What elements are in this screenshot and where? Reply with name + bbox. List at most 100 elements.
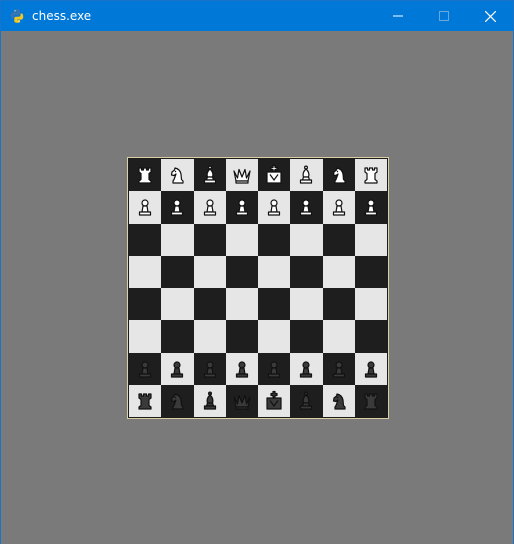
square-c5[interactable] (193, 255, 226, 288)
square-c7[interactable] (193, 191, 226, 224)
square-b3[interactable] (161, 320, 194, 353)
square-b8[interactable] (161, 159, 194, 192)
black-knight-icon[interactable] (328, 390, 350, 412)
square-h2[interactable] (354, 352, 387, 385)
white-pawn-icon[interactable] (328, 196, 350, 218)
black-bishop-icon[interactable] (199, 390, 221, 412)
square-f2[interactable] (290, 352, 323, 385)
chess-board[interactable] (129, 159, 387, 417)
square-g8[interactable] (322, 159, 355, 192)
square-h6[interactable] (354, 223, 387, 256)
square-b7[interactable] (161, 191, 194, 224)
square-a6[interactable] (129, 223, 162, 256)
square-e6[interactable] (258, 223, 291, 256)
square-a7[interactable] (129, 191, 162, 224)
square-h3[interactable] (354, 320, 387, 353)
square-g5[interactable] (322, 255, 355, 288)
square-d1[interactable] (225, 384, 258, 417)
square-b4[interactable] (161, 288, 194, 321)
square-h7[interactable] (354, 191, 387, 224)
square-d7[interactable] (225, 191, 258, 224)
maximize-button[interactable] (421, 1, 467, 31)
square-g1[interactable] (322, 384, 355, 417)
white-pawn-icon[interactable] (199, 196, 221, 218)
title-bar[interactable]: chess.exe (1, 1, 513, 31)
black-knight-icon[interactable] (166, 390, 188, 412)
square-f1[interactable] (290, 384, 323, 417)
white-knight-icon[interactable] (328, 164, 350, 186)
square-b6[interactable] (161, 223, 194, 256)
black-pawn-icon[interactable] (199, 358, 221, 380)
square-f6[interactable] (290, 223, 323, 256)
game-canvas[interactable] (1, 31, 513, 544)
square-e7[interactable] (258, 191, 291, 224)
square-d4[interactable] (225, 288, 258, 321)
square-e5[interactable] (258, 255, 291, 288)
black-king-icon[interactable] (263, 390, 285, 412)
white-bishop-icon[interactable] (199, 164, 221, 186)
square-c6[interactable] (193, 223, 226, 256)
black-pawn-icon[interactable] (166, 358, 188, 380)
white-pawn-icon[interactable] (231, 196, 253, 218)
square-e1[interactable] (258, 384, 291, 417)
square-e4[interactable] (258, 288, 291, 321)
white-king-icon[interactable] (263, 164, 285, 186)
square-f4[interactable] (290, 288, 323, 321)
black-pawn-icon[interactable] (360, 358, 382, 380)
white-pawn-icon[interactable] (134, 196, 156, 218)
square-d8[interactable] (225, 159, 258, 192)
square-g7[interactable] (322, 191, 355, 224)
square-a3[interactable] (129, 320, 162, 353)
white-knight-icon[interactable] (166, 164, 188, 186)
black-rook-icon[interactable] (134, 390, 156, 412)
square-f8[interactable] (290, 159, 323, 192)
black-pawn-icon[interactable] (328, 358, 350, 380)
square-e2[interactable] (258, 352, 291, 385)
minimize-button[interactable] (375, 1, 421, 31)
square-a8[interactable] (129, 159, 162, 192)
square-e3[interactable] (258, 320, 291, 353)
square-c2[interactable] (193, 352, 226, 385)
square-f3[interactable] (290, 320, 323, 353)
square-g6[interactable] (322, 223, 355, 256)
square-h1[interactable] (354, 384, 387, 417)
square-h4[interactable] (354, 288, 387, 321)
white-pawn-icon[interactable] (166, 196, 188, 218)
square-c1[interactable] (193, 384, 226, 417)
square-b5[interactable] (161, 255, 194, 288)
square-f5[interactable] (290, 255, 323, 288)
square-g2[interactable] (322, 352, 355, 385)
square-a4[interactable] (129, 288, 162, 321)
square-g4[interactable] (322, 288, 355, 321)
close-button[interactable] (467, 1, 513, 31)
black-pawn-icon[interactable] (231, 358, 253, 380)
white-rook-icon[interactable] (360, 164, 382, 186)
white-pawn-icon[interactable] (263, 196, 285, 218)
square-b1[interactable] (161, 384, 194, 417)
square-c4[interactable] (193, 288, 226, 321)
square-h5[interactable] (354, 255, 387, 288)
white-queen-icon[interactable] (231, 164, 253, 186)
white-pawn-icon[interactable] (360, 196, 382, 218)
black-pawn-icon[interactable] (263, 358, 285, 380)
square-d2[interactable] (225, 352, 258, 385)
square-b2[interactable] (161, 352, 194, 385)
square-h8[interactable] (354, 159, 387, 192)
square-d3[interactable] (225, 320, 258, 353)
white-rook-icon[interactable] (134, 164, 156, 186)
square-a2[interactable] (129, 352, 162, 385)
square-a1[interactable] (129, 384, 162, 417)
square-g3[interactable] (322, 320, 355, 353)
square-e8[interactable] (258, 159, 291, 192)
black-pawn-icon[interactable] (295, 358, 317, 380)
square-c3[interactable] (193, 320, 226, 353)
square-c8[interactable] (193, 159, 226, 192)
black-queen-icon[interactable] (231, 390, 253, 412)
white-bishop-icon[interactable] (295, 164, 317, 186)
square-a5[interactable] (129, 255, 162, 288)
square-d6[interactable] (225, 223, 258, 256)
square-d5[interactable] (225, 255, 258, 288)
black-bishop-icon[interactable] (295, 390, 317, 412)
black-pawn-icon[interactable] (134, 358, 156, 380)
square-f7[interactable] (290, 191, 323, 224)
